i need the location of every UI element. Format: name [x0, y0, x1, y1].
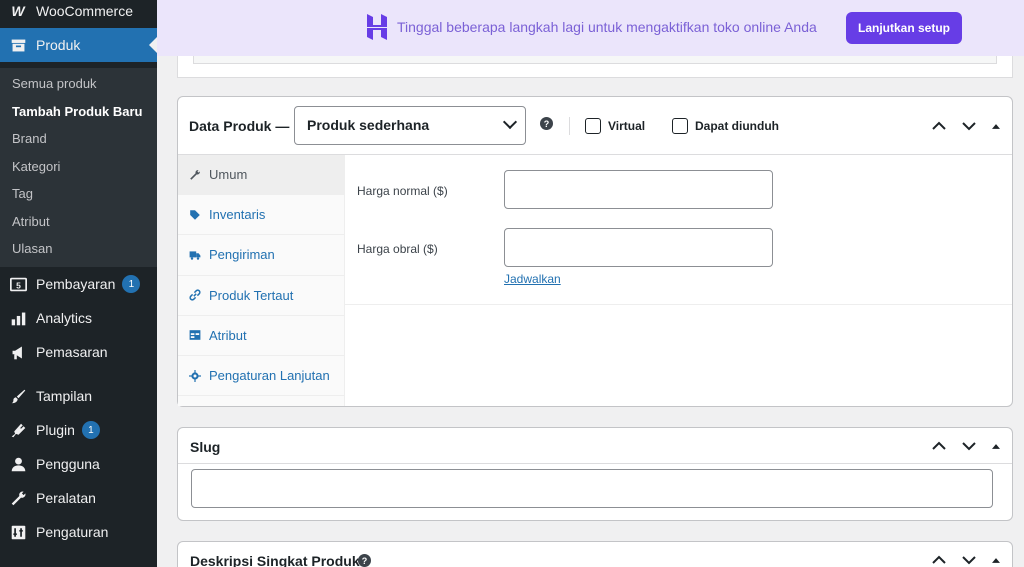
product-type-select[interactable]: Produk sederhana — [294, 106, 526, 145]
sidebar-item-produk[interactable]: Produk — [0, 28, 157, 62]
downloadable-label: Dapat diunduh — [695, 119, 779, 133]
virtual-checkbox[interactable] — [585, 118, 601, 134]
user-icon — [9, 455, 27, 473]
truck-icon — [188, 248, 201, 261]
move-down-icon[interactable] — [959, 550, 979, 567]
short-description-title: Deskripsi Singkat Produk — [190, 553, 360, 567]
link-icon — [188, 289, 201, 302]
short-description-header: Deskripsi Singkat Produk ? — [178, 542, 1012, 567]
move-up-icon[interactable] — [929, 116, 949, 136]
plugin-badge: 1 — [81, 421, 100, 439]
product-data-tabs: Umum Inventaris Pengiriman Produk Tertau… — [178, 155, 345, 406]
tab-inventaris[interactable]: Inventaris — [178, 195, 344, 236]
sidebar-item-pengaturan[interactable]: Pengaturan — [0, 515, 157, 549]
submenu-tag[interactable]: Tag — [0, 180, 157, 208]
slug-header: Slug — [178, 428, 1012, 464]
move-down-icon[interactable] — [959, 436, 979, 456]
general-panel: Harga normal ($) Harga obral ($) Jadwalk… — [345, 155, 1012, 305]
paintbrush-icon — [9, 387, 27, 405]
regular-price-input[interactable] — [504, 170, 773, 209]
svg-text:5: 5 — [16, 280, 21, 290]
toggle-panel-icon[interactable] — [989, 119, 1003, 133]
tab-pengiriman[interactable]: Pengiriman — [178, 235, 344, 276]
tag-icon — [188, 208, 201, 221]
box-controls — [929, 550, 1003, 567]
tab-atribut[interactable]: Atribut — [178, 316, 344, 356]
hostinger-logo-icon — [365, 14, 389, 40]
sidebar-item-pemasaran[interactable]: Pemasaran — [0, 335, 157, 369]
move-up-icon[interactable] — [929, 436, 949, 456]
sidebar-item-analytics[interactable]: Analytics — [0, 301, 157, 335]
slug-title: Slug — [190, 439, 221, 455]
move-up-icon[interactable] — [929, 550, 949, 567]
sidebar-item-plugin[interactable]: Plugin 1 — [0, 413, 157, 447]
toggle-panel-icon[interactable] — [989, 439, 1003, 453]
table-icon — [188, 329, 201, 342]
tab-umum[interactable]: Umum — [178, 155, 344, 196]
submenu-semua-produk[interactable]: Semua produk — [0, 70, 157, 98]
produk-submenu: Semua produk Tambah Produk Baru Brand Ka… — [0, 68, 157, 267]
gear-icon — [188, 369, 201, 382]
help-icon[interactable]: ? — [540, 117, 553, 130]
main-content: Jumlah kata: 0 Tinggal beberapa langkah … — [157, 0, 1024, 567]
slug-box: Slug — [177, 427, 1013, 521]
submenu-brand[interactable]: Brand — [0, 125, 157, 153]
submenu-ulasan[interactable]: Ulasan — [0, 235, 157, 263]
tab-produk-tertaut[interactable]: Produk Tertaut — [178, 276, 344, 316]
sidebar-item-tampilan[interactable]: Tampilan — [0, 379, 157, 413]
sidebar-item-pengguna[interactable]: Pengguna — [0, 447, 157, 481]
box-controls — [929, 436, 1003, 456]
schedule-link[interactable]: Jadwalkan — [504, 272, 561, 286]
chevron-down-icon — [502, 114, 518, 130]
continue-setup-button[interactable]: Lanjutkan setup — [846, 12, 962, 44]
sidebar-item-peralatan[interactable]: Peralatan — [0, 481, 157, 515]
megaphone-icon — [9, 343, 27, 361]
woocommerce-icon: W — [11, 3, 25, 19]
wrench-icon — [9, 489, 27, 507]
slug-input[interactable] — [191, 469, 993, 508]
product-data-title: Data Produk — — [189, 118, 290, 134]
sale-price-label: Harga obral ($) — [357, 242, 438, 256]
bar-chart-icon — [9, 309, 27, 327]
payment-icon: 5 — [9, 275, 27, 293]
submenu-tambah-produk[interactable]: Tambah Produk Baru — [0, 98, 157, 126]
sidebar-item-woocommerce[interactable]: W WooCommerce — [0, 0, 157, 22]
regular-price-label: Harga normal ($) — [357, 184, 448, 198]
wrench-icon — [188, 168, 201, 181]
product-data-box: Data Produk — Produk sederhana ? Virtual… — [177, 96, 1013, 407]
admin-sidebar: W WooCommerce Produk Semua produk Tambah… — [0, 0, 157, 567]
archive-icon — [9, 36, 27, 54]
pembayaran-badge: 1 — [122, 275, 141, 293]
banner-message: Tinggal beberapa langkah lagi untuk meng… — [397, 19, 817, 35]
downloadable-checkbox[interactable] — [672, 118, 688, 134]
sale-price-input[interactable] — [504, 228, 773, 267]
help-icon[interactable]: ? — [358, 554, 371, 567]
divider — [569, 117, 570, 135]
short-description-box: Deskripsi Singkat Produk ? — [177, 541, 1013, 567]
toggle-panel-icon[interactable] — [989, 553, 1003, 567]
sidebar-item-pembayaran[interactable]: 5 Pembayaran 1 — [0, 267, 157, 301]
virtual-label: Virtual — [608, 119, 646, 133]
box-controls — [929, 116, 1003, 136]
tab-pengaturan-lanjutan[interactable]: Pengaturan Lanjutan — [178, 356, 344, 397]
setup-banner: Tinggal beberapa langkah lagi untuk meng… — [157, 0, 1024, 56]
plugin-icon — [9, 421, 27, 439]
move-down-icon[interactable] — [959, 116, 979, 136]
submenu-kategori[interactable]: Kategori — [0, 153, 157, 181]
settings-sliders-icon — [9, 523, 27, 541]
submenu-atribut[interactable]: Atribut — [0, 208, 157, 236]
product-data-header: Data Produk — Produk sederhana ? Virtual… — [178, 97, 1012, 155]
